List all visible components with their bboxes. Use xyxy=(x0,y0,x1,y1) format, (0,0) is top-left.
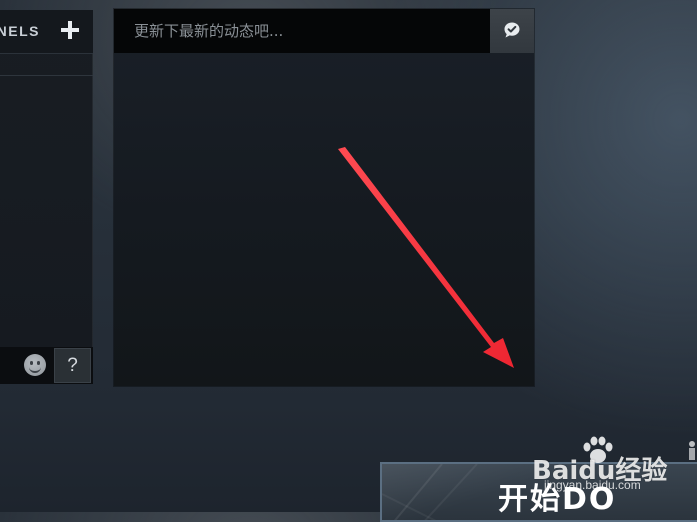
add-channel-plus-icon[interactable] xyxy=(61,21,79,39)
smiley-icon[interactable] xyxy=(24,354,46,376)
watermark-sub: jingyan.baidu.com xyxy=(544,478,641,492)
chat-check-icon xyxy=(504,22,520,38)
channels-title: NELS xyxy=(0,23,40,39)
baidu-jingyan-watermark: Baidu经验 jingyan.baidu.com xyxy=(532,436,682,496)
help-button[interactable]: ? xyxy=(54,348,91,383)
feed-body xyxy=(114,53,534,386)
channels-panel: NELS ? xyxy=(0,10,93,384)
channels-header: NELS xyxy=(0,10,93,54)
play-button-decoration xyxy=(382,464,478,520)
feed-panel xyxy=(114,9,534,386)
post-status-button[interactable] xyxy=(490,9,534,53)
corner-figure-icon xyxy=(689,441,695,460)
status-input[interactable] xyxy=(114,9,490,53)
channels-divider xyxy=(0,75,93,76)
chat-input-row[interactable]: ? xyxy=(0,347,93,384)
